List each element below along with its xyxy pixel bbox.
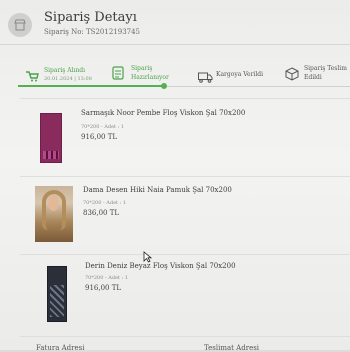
- step-label: Sipariş: [131, 65, 153, 72]
- order-detail-screen: Sipariş Detayı Sipariş No: TS2012193745 …: [0, 0, 350, 352]
- item-divider: [20, 176, 350, 177]
- product-price: 916,00 TL: [81, 133, 118, 141]
- product-image[interactable]: [40, 113, 62, 163]
- progress-fill: [18, 85, 164, 87]
- product-name[interactable]: Dama Desen Hiki Naia Pamuk Şal 70x200: [83, 186, 232, 194]
- cart-icon: [26, 67, 39, 86]
- step-label: Sipariş Teslim: [304, 65, 347, 72]
- product-name[interactable]: Derin Deniz Beyaz Floş Viskon Şal 70x200: [85, 262, 236, 270]
- store-icon: [8, 13, 32, 37]
- step-label-2: Edildi: [304, 74, 322, 81]
- truck-icon: [198, 68, 213, 87]
- delivery-address-title: Teslimat Adresi: [204, 344, 260, 352]
- product-meta: 70*200 - Adet : 1: [81, 124, 125, 130]
- step-label-2: Hazırlanıyor: [131, 74, 169, 81]
- product-price: 836,00 TL: [83, 209, 120, 217]
- mouse-cursor-icon: [143, 251, 153, 265]
- page-title: Sipariş Detayı: [44, 10, 137, 25]
- step-label: Kargoya Verildi: [216, 71, 264, 78]
- step-label: Sipariş Alındı: [44, 67, 86, 74]
- header-divider: [0, 44, 350, 45]
- billing-address-title: Fatura Adresi: [36, 344, 85, 352]
- item-divider: [20, 98, 350, 99]
- item-divider: [20, 254, 350, 255]
- product-image[interactable]: [47, 266, 67, 322]
- product-price: 916,00 TL: [85, 284, 122, 292]
- product-meta: 70*200 - Adet : 1: [85, 275, 129, 281]
- product-image[interactable]: [35, 186, 73, 242]
- progress-marker: [161, 83, 167, 89]
- product-meta: 70*200 - Adet : 1: [83, 200, 127, 206]
- order-number: Sipariş No: TS2012193745: [44, 28, 141, 36]
- clipboard-list-icon: [112, 65, 124, 84]
- step-date: 20.01.2024 | 13:08: [44, 76, 92, 82]
- item-divider: [20, 336, 350, 337]
- product-name[interactable]: Sarmaşık Noor Pembe Floş Viskon Şal 70x2…: [81, 109, 245, 117]
- box-icon: [285, 66, 299, 85]
